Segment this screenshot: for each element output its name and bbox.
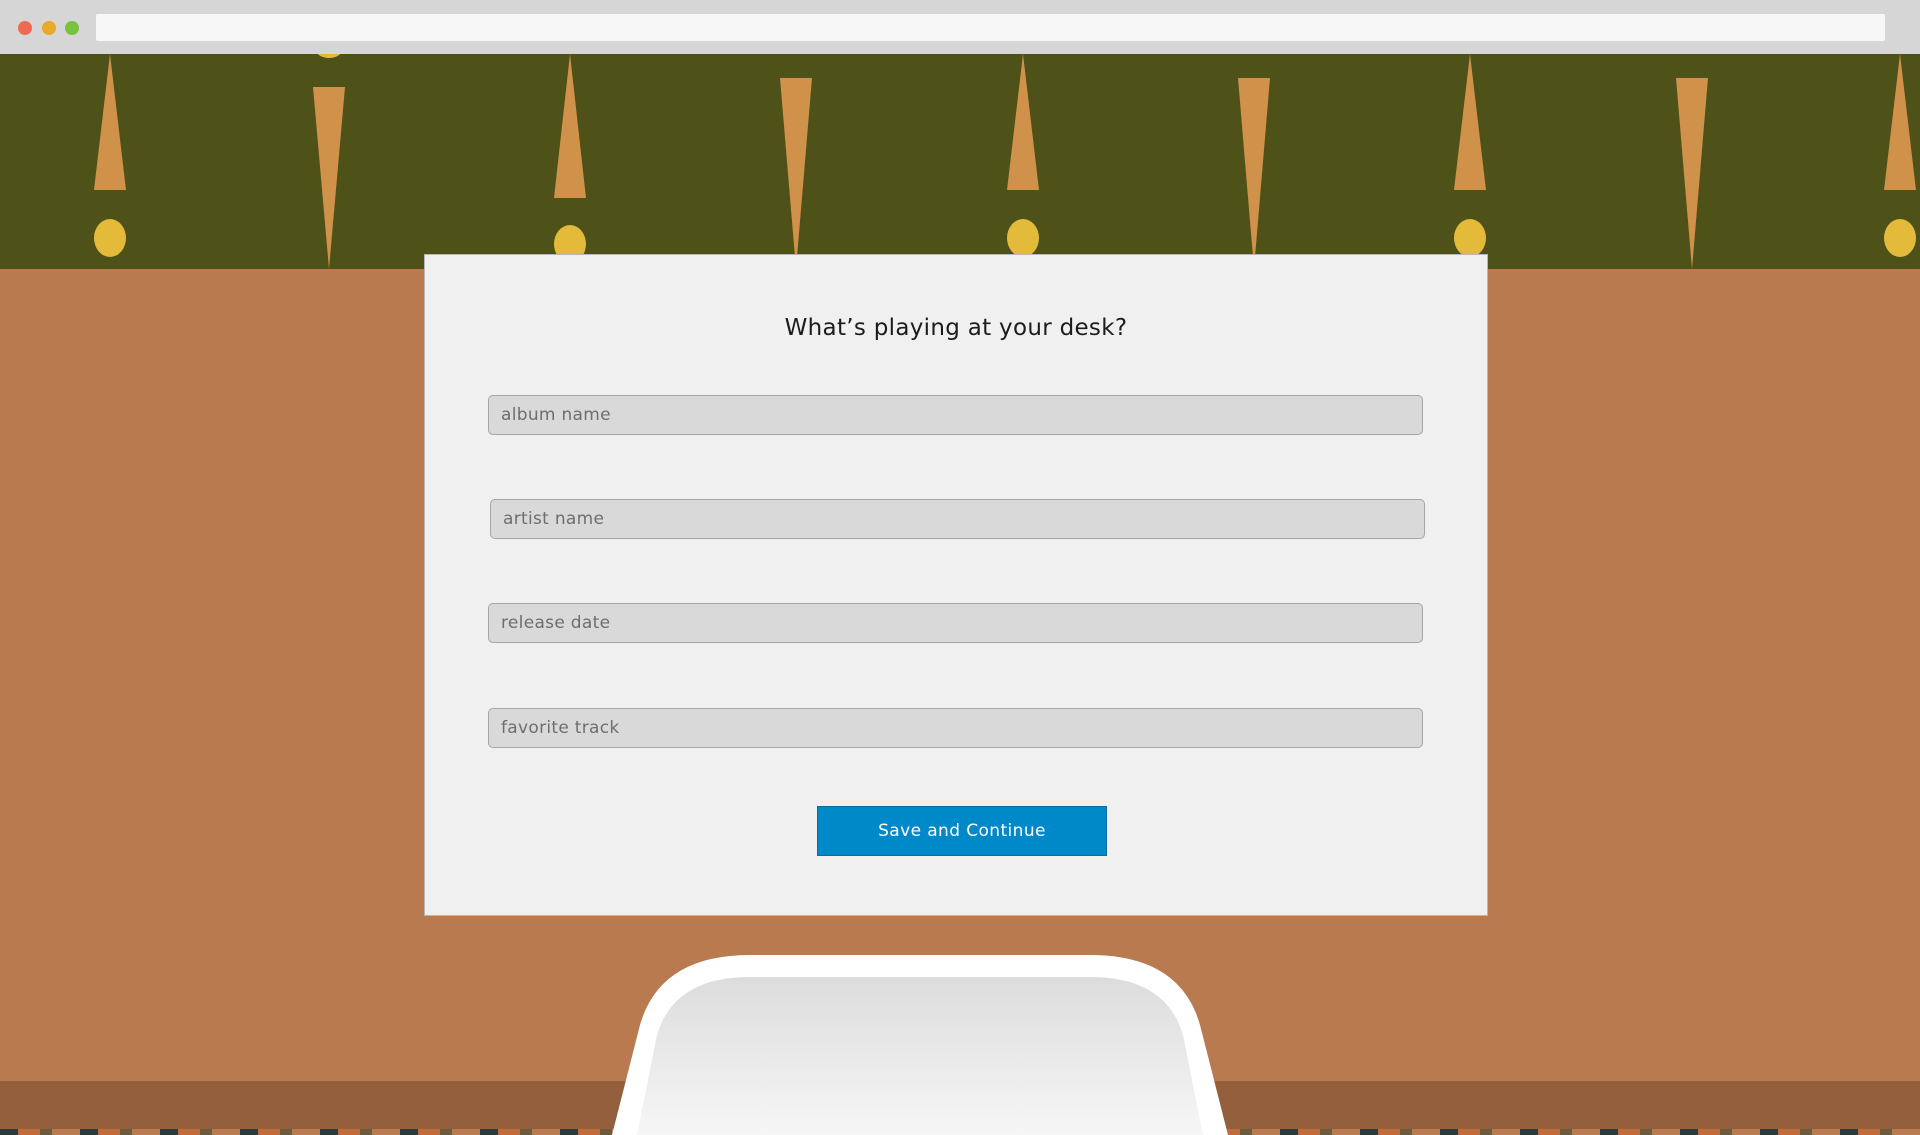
lamp-bulb-decoration: [94, 54, 1916, 263]
hanging-lamp-decoration: [94, 54, 1916, 198]
artist-name-input[interactable]: [490, 499, 1425, 539]
chair-illustration: [612, 955, 1228, 1135]
address-bar[interactable]: [96, 14, 1885, 41]
wall-decoration: [94, 54, 1916, 269]
minimize-dot-icon[interactable]: [42, 21, 56, 35]
favorite-track-input[interactable]: [488, 708, 1423, 748]
profile-form-card: What’s playing at your desk? Save and Co…: [424, 254, 1488, 916]
maximize-dot-icon[interactable]: [65, 21, 79, 35]
release-date-input[interactable]: [488, 603, 1423, 643]
save-and-continue-button[interactable]: Save and Continue: [817, 806, 1107, 856]
close-dot-icon[interactable]: [18, 21, 32, 35]
form-title: What’s playing at your desk?: [784, 315, 1128, 341]
wall-background: [0, 54, 1920, 269]
album-name-input[interactable]: [488, 395, 1423, 435]
browser-chrome: [0, 0, 1920, 54]
